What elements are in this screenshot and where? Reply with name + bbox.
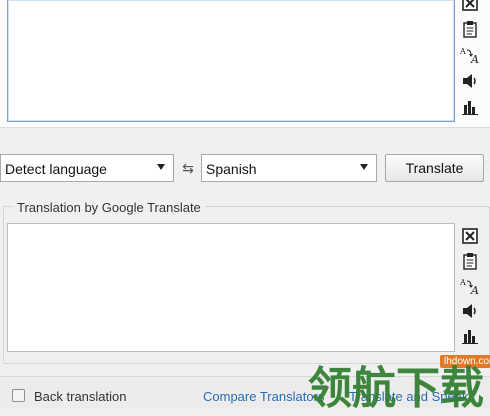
svg-text:A: A — [470, 53, 479, 64]
language-icon[interactable]: AA — [457, 44, 483, 66]
chevron-down-icon — [157, 164, 165, 170]
target-language-select[interactable]: Spanish — [201, 154, 377, 182]
compare-translators-link[interactable]: Compare Translators — [203, 389, 324, 404]
target-language-value: Spanish — [206, 161, 257, 177]
paste-icon[interactable] — [457, 250, 483, 272]
output-tools: AA — [457, 225, 483, 355]
source-language-value: Detect language — [5, 161, 107, 177]
chevron-down-icon — [360, 164, 368, 170]
watermark-text: 领航下载 — [308, 363, 484, 414]
svg-text:A: A — [459, 47, 466, 56]
swap-languages-icon[interactable]: ⇆ — [180, 160, 196, 177]
svg-text:A: A — [470, 284, 479, 295]
source-language-select[interactable]: Detect language — [0, 154, 174, 182]
source-tools: AA — [457, 0, 483, 122]
speaker-icon[interactable] — [457, 300, 483, 322]
close-icon[interactable] — [457, 225, 483, 247]
back-translation-checkbox[interactable] — [12, 389, 25, 402]
back-translation-label[interactable]: Back translation — [34, 389, 127, 404]
language-icon[interactable]: AA — [457, 275, 483, 297]
translation-group-label: Translation by Google Translate — [13, 200, 205, 215]
statistics-icon[interactable] — [457, 325, 483, 347]
translate-button[interactable]: Translate — [385, 154, 484, 182]
speaker-icon[interactable] — [457, 70, 483, 92]
source-text-area[interactable] — [7, 0, 455, 122]
paste-icon[interactable] — [457, 18, 483, 40]
translation-output-area[interactable] — [7, 223, 455, 352]
statistics-icon[interactable] — [457, 96, 483, 118]
svg-text:A: A — [459, 278, 466, 287]
close-icon[interactable] — [457, 0, 483, 14]
